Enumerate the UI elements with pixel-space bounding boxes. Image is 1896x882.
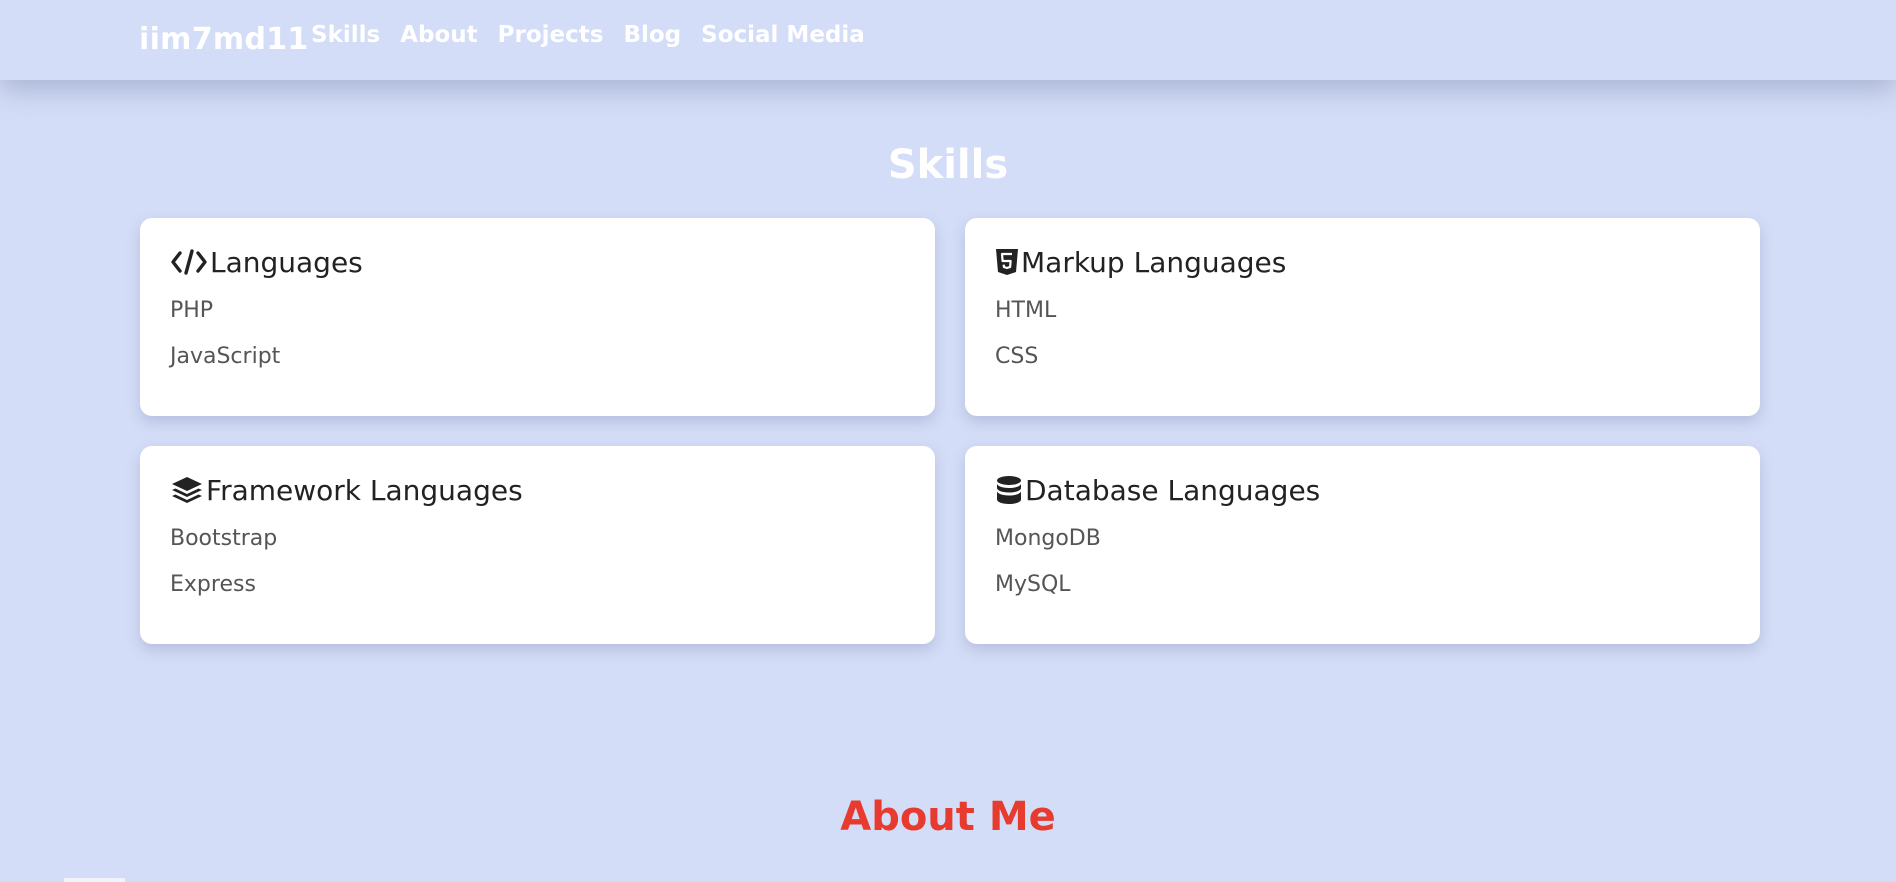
layer-group-icon xyxy=(170,475,204,505)
skill-item: JavaScript xyxy=(170,344,281,369)
skill-card-framework-languages: Framework Languages Bootstrap Express xyxy=(140,446,935,644)
card-header: Framework Languages xyxy=(170,472,905,508)
skill-item: MongoDB xyxy=(995,526,1101,551)
skill-item: CSS xyxy=(995,344,1039,369)
skill-item: Bootstrap xyxy=(170,526,278,551)
nav-link-projects[interactable]: Projects xyxy=(498,22,604,48)
skill-item: PHP xyxy=(170,298,214,323)
card-title: Framework Languages xyxy=(206,473,523,507)
html5-icon xyxy=(995,248,1019,276)
card-title: Markup Languages xyxy=(1021,245,1287,279)
code-icon xyxy=(170,248,208,276)
skill-list: PHP JavaScript xyxy=(170,296,905,388)
skill-list: Bootstrap Express xyxy=(170,524,905,616)
card-header: Database Languages xyxy=(995,472,1730,508)
card-title: Database Languages xyxy=(1025,473,1321,507)
skill-list: MongoDB MySQL xyxy=(995,524,1730,616)
skill-card-languages: Languages PHP JavaScript xyxy=(140,218,935,416)
card-title: Languages xyxy=(210,245,363,279)
scroll-indicator xyxy=(64,878,125,882)
nav-link-skills[interactable]: Skills xyxy=(311,22,380,48)
nav-link-social-media[interactable]: Social Media xyxy=(701,22,865,48)
skill-card-database-languages: Database Languages MongoDB MySQL xyxy=(965,446,1760,644)
navbar: iim7md11 Skills About Projects Blog Soci… xyxy=(0,0,1896,80)
brand-logo[interactable]: iim7md11 xyxy=(139,22,309,57)
skill-item: MySQL xyxy=(995,572,1071,597)
nav-link-blog[interactable]: Blog xyxy=(623,22,681,48)
skill-item: Express xyxy=(170,572,256,597)
card-header: Markup Languages xyxy=(995,244,1730,280)
about-title: About Me xyxy=(840,794,1056,840)
nav-link-about[interactable]: About xyxy=(400,22,477,48)
skill-list: HTML CSS xyxy=(995,296,1730,388)
skill-item: HTML xyxy=(995,298,1057,323)
nav-links: Skills About Projects Blog Social Media xyxy=(311,22,865,48)
skills-title: Skills xyxy=(887,142,1009,188)
database-icon xyxy=(995,475,1023,505)
skill-card-markup-languages: Markup Languages HTML CSS xyxy=(965,218,1760,416)
card-header: Languages xyxy=(170,244,905,280)
